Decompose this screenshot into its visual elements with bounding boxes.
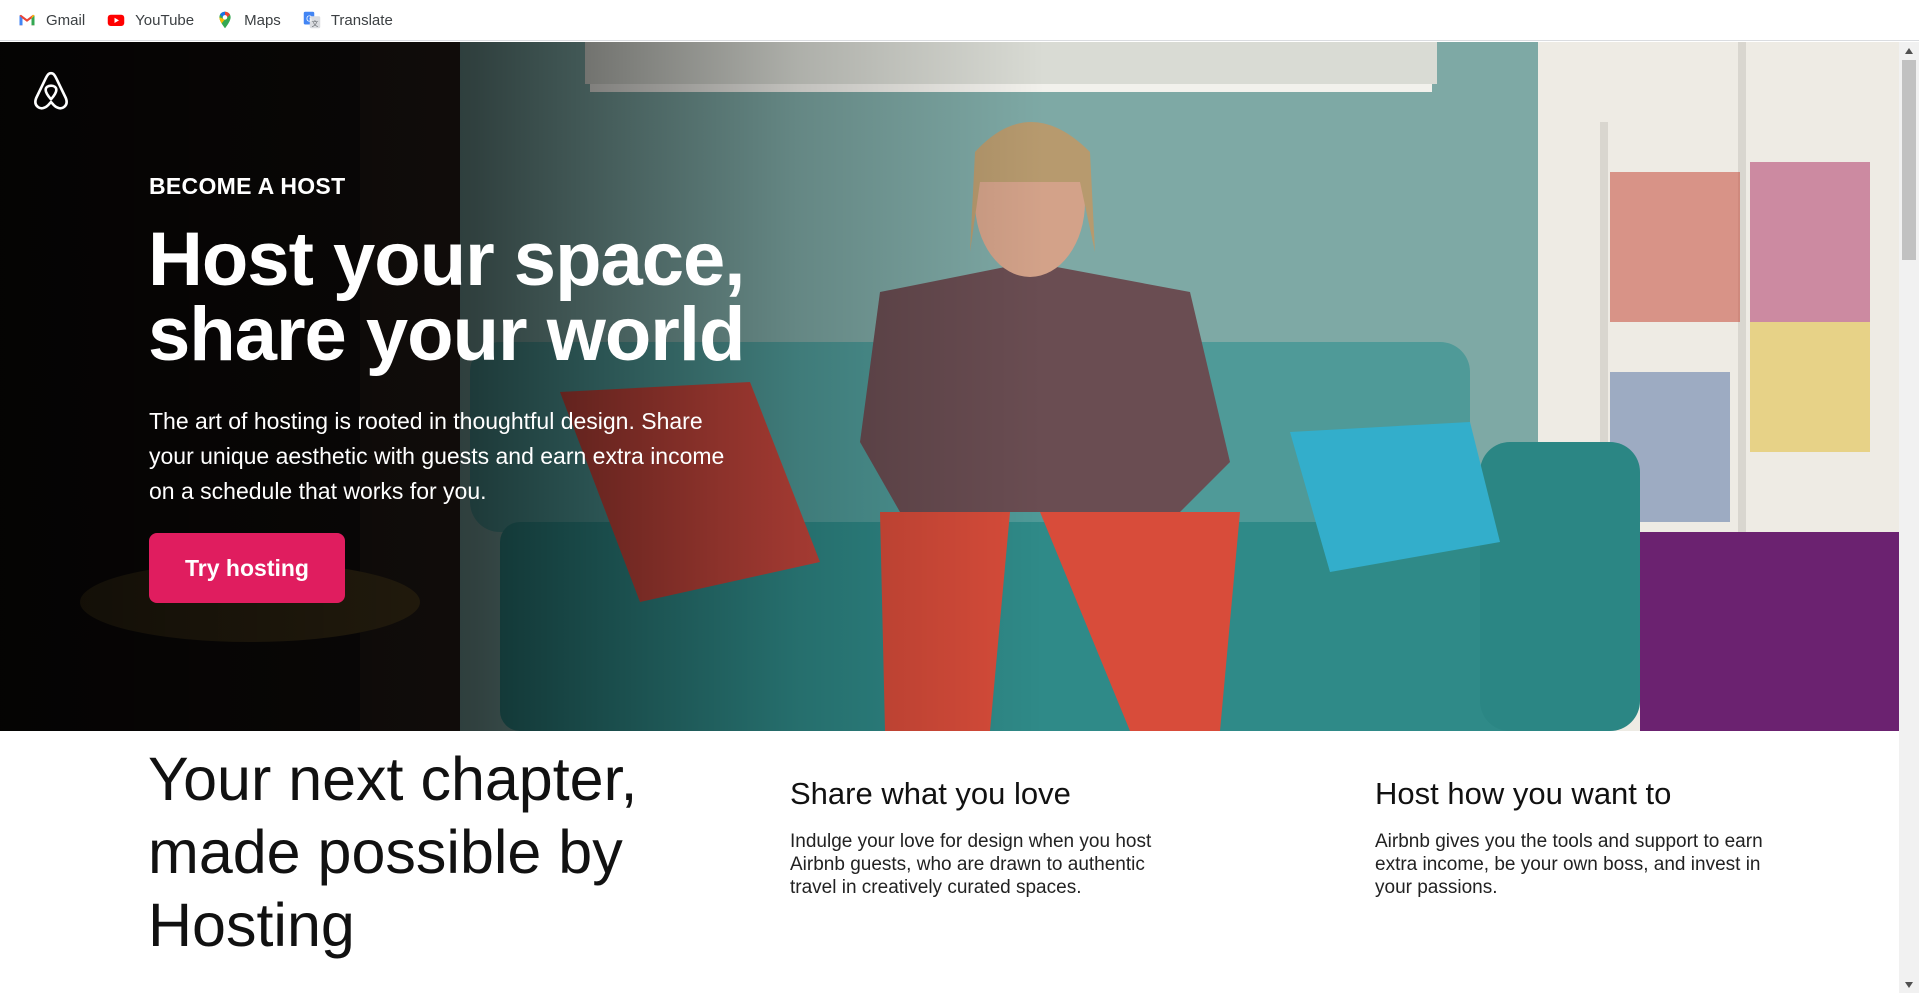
feature-host-how-you-want: Host how you want to Airbnb gives you th… [1375, 776, 1775, 899]
bookmark-label: YouTube [135, 11, 195, 29]
bookmark-label: Maps [244, 11, 281, 29]
gmail-icon [19, 14, 35, 26]
feature-body: Indulge your love for design when you ho… [790, 831, 1152, 898]
hero-headline-line-2: share your world [148, 292, 745, 377]
bookmark-youtube[interactable]: YouTube [107, 11, 194, 29]
feature-title: Host how you want to [1375, 776, 1672, 811]
hero-eyebrow: BECOME A HOST [149, 173, 346, 199]
vertical-scrollbar[interactable] [1899, 42, 1919, 993]
bookmark-translate[interactable]: G 文 Translate [303, 11, 393, 29]
try-hosting-button[interactable]: Try hosting [149, 533, 345, 603]
hero-headline-line-1: Host your space, [148, 217, 745, 302]
bookmark-label: Gmail [46, 11, 86, 29]
scroll-down-arrow-icon[interactable] [1899, 976, 1919, 993]
scroll-up-arrow-icon[interactable] [1899, 42, 1919, 59]
section-heading: Your next chapter, made possible by Host… [148, 745, 638, 959]
translate-icon: G 文 [303, 11, 321, 29]
youtube-icon [107, 14, 125, 26]
hero-description: The art of hosting is rooted in thoughtf… [149, 408, 725, 504]
svg-text:文: 文 [311, 19, 318, 28]
feature-body: Airbnb gives you the tools and support t… [1375, 831, 1763, 898]
hero-overlay [0, 42, 1899, 731]
bookmark-label: Translate [330, 11, 393, 29]
bookmark-gmail[interactable]: Gmail [18, 11, 85, 29]
scrollbar-thumb[interactable] [1902, 60, 1916, 260]
feature-title: Share what you love [790, 776, 1071, 811]
maps-icon [219, 11, 231, 29]
feature-share-what-you-love: Share what you love Indulge your love fo… [790, 776, 1180, 899]
hero-section: BECOME A HOST Host your space, share you… [0, 42, 1899, 731]
bookmarks-bar: Gmail YouTube Maps G 文 Translate [0, 0, 1919, 41]
hero-headline: Host your space, share your world [148, 217, 848, 377]
airbnb-logo-icon[interactable] [32, 70, 70, 112]
bookmark-maps[interactable]: Maps [216, 11, 281, 29]
